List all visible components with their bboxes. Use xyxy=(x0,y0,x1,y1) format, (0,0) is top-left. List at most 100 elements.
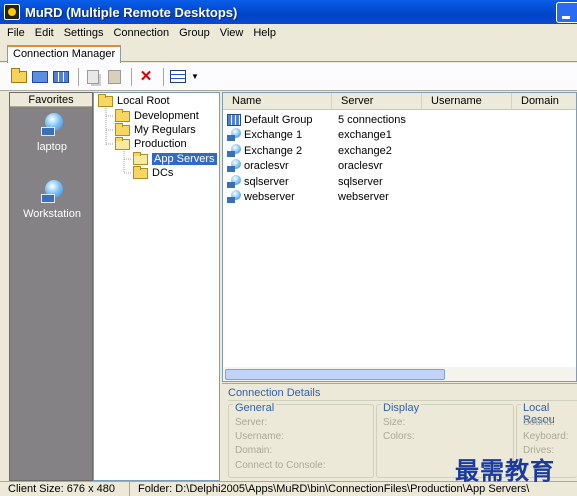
row-server: webserver xyxy=(338,190,389,203)
horizontal-scrollbar[interactable] xyxy=(223,367,576,381)
favorite-label: laptop xyxy=(37,141,67,153)
delete-icon: ✕ xyxy=(139,68,153,85)
view-icon xyxy=(170,70,186,83)
row-server: 5 connections xyxy=(338,113,406,126)
new-folder-icon xyxy=(11,67,27,83)
computer-icon xyxy=(39,180,65,204)
tree-label: My Regulars xyxy=(134,124,196,136)
row-name: oraclesvr xyxy=(244,159,289,172)
tree-label: Local Root xyxy=(117,95,170,107)
favorites-panel: Favorites laptop Workstation xyxy=(9,92,93,481)
paste-button[interactable] xyxy=(105,68,123,86)
row-name: Exchange 1 xyxy=(244,128,303,141)
field-size: Size: xyxy=(383,417,406,428)
title-bar[interactable]: MuRD (Multiple Remote Desktops) xyxy=(0,0,577,24)
list-row-exchange-1[interactable]: Exchange 1 exchange1 xyxy=(227,127,392,142)
menu-view[interactable]: View xyxy=(215,27,249,39)
scrollbar-thumb[interactable] xyxy=(225,369,445,380)
row-server: exchange1 xyxy=(338,128,392,141)
new-group-icon xyxy=(53,70,69,83)
window-title: MuRD (Multiple Remote Desktops) xyxy=(25,4,238,20)
field-sound: Sound: xyxy=(523,417,555,428)
tab-connection-manager[interactable]: Connection Manager xyxy=(7,45,122,63)
row-name: webserver xyxy=(244,190,295,203)
field-colors: Colors: xyxy=(383,431,415,442)
field-connect-console: Connect to Console: xyxy=(235,460,326,471)
display-title: Display xyxy=(381,402,422,414)
general-group: General Server: Username: Domain: Connec… xyxy=(228,402,374,478)
tab-strip: Connection Manager xyxy=(0,42,577,63)
tree-label: DCs xyxy=(152,167,174,179)
folder-icon xyxy=(133,165,148,179)
new-connection-icon xyxy=(32,70,48,83)
menu-settings[interactable]: Settings xyxy=(59,27,109,39)
computer-icon xyxy=(227,175,241,188)
new-connection-button[interactable] xyxy=(31,68,49,86)
favorite-label: Workstation xyxy=(23,208,81,220)
column-username[interactable]: Username xyxy=(422,93,512,110)
menu-help[interactable]: Help xyxy=(248,27,281,39)
favorite-workstation[interactable]: Workstation xyxy=(10,180,94,220)
row-server: oraclesvr xyxy=(338,159,383,172)
group-icon xyxy=(227,113,241,126)
new-folder-button[interactable] xyxy=(10,67,28,86)
list-row-webserver[interactable]: webserver webserver xyxy=(227,189,389,204)
column-domain[interactable]: Domain xyxy=(512,93,576,110)
list-row-sqlserver[interactable]: sqlserver sqlserver xyxy=(227,174,383,189)
menu-edit[interactable]: Edit xyxy=(30,27,59,39)
computer-icon xyxy=(227,190,241,203)
view-button[interactable] xyxy=(169,68,187,86)
general-title: General xyxy=(233,402,277,414)
toolbar: ✕ ▼ xyxy=(0,63,577,91)
folder-open-icon xyxy=(115,136,130,150)
copy-icon xyxy=(87,69,99,84)
tree-label-selected: App Servers xyxy=(152,153,217,165)
details-title: Connection Details xyxy=(228,387,321,399)
menu-file[interactable]: File xyxy=(2,27,30,39)
status-client-size: Client Size: 676 x 480 xyxy=(0,482,130,496)
app-icon[interactable] xyxy=(4,4,20,20)
folder-icon xyxy=(98,93,113,107)
column-server[interactable]: Server xyxy=(332,93,422,110)
toolbar-separator xyxy=(78,67,79,86)
computer-icon xyxy=(227,128,241,141)
tree-label: Production xyxy=(134,138,187,150)
column-name[interactable]: Name xyxy=(223,93,332,110)
tree-item-dcs[interactable]: DCs xyxy=(133,165,174,180)
folder-open-icon xyxy=(133,151,148,165)
tree-item-production[interactable]: Production xyxy=(115,136,187,151)
list-header: Name Server Username Domain xyxy=(223,93,576,110)
copy-button[interactable] xyxy=(84,68,102,86)
new-group-button[interactable] xyxy=(52,68,70,86)
tree-item-my-regulars[interactable]: My Regulars xyxy=(115,122,196,137)
minimize-button[interactable] xyxy=(556,2,577,23)
tree-label: Development xyxy=(134,110,199,122)
tree-item-app-servers[interactable]: App Servers xyxy=(133,151,217,166)
favorite-laptop[interactable]: laptop xyxy=(10,113,94,153)
folder-icon xyxy=(115,108,130,122)
menu-group[interactable]: Group xyxy=(174,27,215,39)
tree-item-development[interactable]: Development xyxy=(115,108,199,123)
computer-icon xyxy=(227,144,241,157)
computer-icon xyxy=(227,159,241,172)
tree-item-local-root[interactable]: Local Root xyxy=(98,93,170,108)
list-row-oraclesvr[interactable]: oraclesvr oraclesvr xyxy=(227,158,383,173)
folder-tree: Local Root Development My Regulars Produ… xyxy=(93,92,220,481)
favorites-header[interactable]: Favorites xyxy=(10,93,92,107)
toolbar-separator xyxy=(131,67,132,86)
menu-connection[interactable]: Connection xyxy=(108,27,174,39)
toolbar-separator xyxy=(163,67,164,86)
details-divider xyxy=(228,400,577,401)
list-row-default-group[interactable]: Default Group 5 connections xyxy=(227,112,406,127)
field-keyboard: Keyboard: xyxy=(523,431,569,442)
row-name: Exchange 2 xyxy=(244,144,303,157)
dropdown-arrow-icon[interactable]: ▼ xyxy=(191,72,199,81)
paste-icon xyxy=(107,69,121,84)
delete-button[interactable]: ✕ xyxy=(137,68,155,86)
row-name: sqlserver xyxy=(244,175,289,188)
field-username: Username: xyxy=(235,431,284,442)
list-row-exchange-2[interactable]: Exchange 2 exchange2 xyxy=(227,143,392,158)
field-domain: Domain: xyxy=(235,445,273,456)
folder-icon xyxy=(115,122,130,136)
field-server: Server: xyxy=(235,417,268,428)
